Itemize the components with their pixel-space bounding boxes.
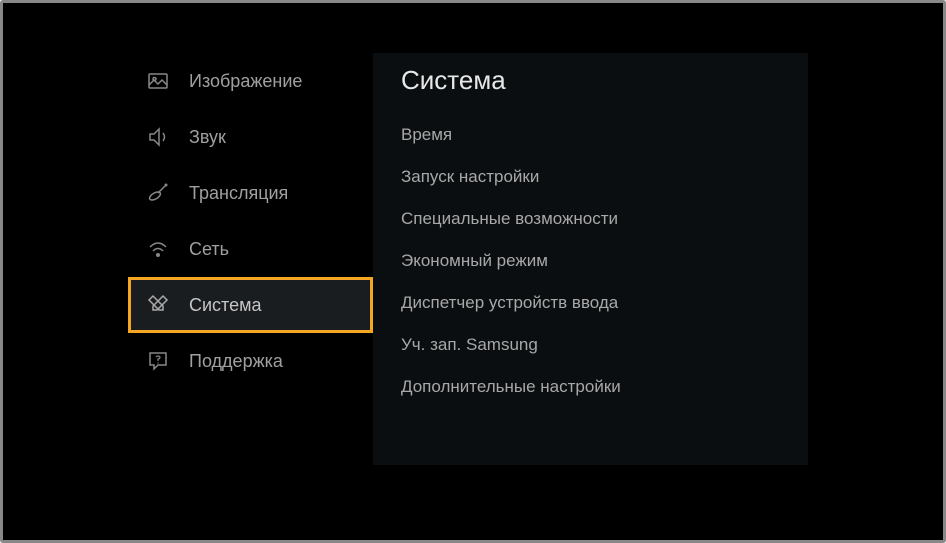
sidebar-item-label: Изображение <box>189 71 302 92</box>
sidebar-item-picture[interactable]: Изображение <box>128 53 373 109</box>
picture-icon <box>145 68 171 94</box>
content-item-eco[interactable]: Экономный режим <box>401 240 808 282</box>
sound-icon <box>145 124 171 150</box>
system-icon <box>145 292 171 318</box>
content-item-time[interactable]: Время <box>401 114 808 156</box>
tv-frame: Изображение Звук Трансляция Сеть <box>0 0 946 543</box>
sidebar-item-sound[interactable]: Звук <box>128 109 373 165</box>
sidebar-item-label: Система <box>189 295 262 316</box>
sidebar-item-support[interactable]: Поддержка <box>128 333 373 389</box>
sidebar-item-label: Поддержка <box>189 351 283 372</box>
content-panel: Система Время Запуск настройки Специальн… <box>373 53 808 465</box>
broadcast-icon <box>145 180 171 206</box>
sidebar-item-system[interactable]: Система <box>128 277 373 333</box>
content-item-additional-settings[interactable]: Дополнительные настройки <box>401 366 808 408</box>
tv-screen: Изображение Звук Трансляция Сеть <box>18 18 928 525</box>
content-item-accessibility[interactable]: Специальные возможности <box>401 198 808 240</box>
sidebar-item-label: Трансляция <box>189 183 288 204</box>
sidebar-item-label: Звук <box>189 127 226 148</box>
sidebar-item-network[interactable]: Сеть <box>128 221 373 277</box>
content-item-device-manager[interactable]: Диспетчер устройств ввода <box>401 282 808 324</box>
sidebar: Изображение Звук Трансляция Сеть <box>128 53 373 525</box>
support-icon <box>145 348 171 374</box>
sidebar-item-broadcast[interactable]: Трансляция <box>128 165 373 221</box>
content-item-setup[interactable]: Запуск настройки <box>401 156 808 198</box>
sidebar-item-label: Сеть <box>189 239 229 260</box>
network-icon <box>145 236 171 262</box>
content-item-samsung-account[interactable]: Уч. зап. Samsung <box>401 324 808 366</box>
content-title: Система <box>401 53 808 114</box>
